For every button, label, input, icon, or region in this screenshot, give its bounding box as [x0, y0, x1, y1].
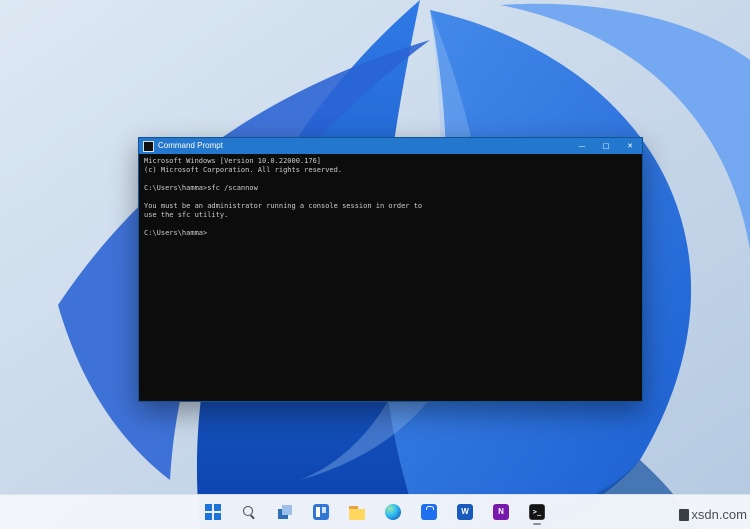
- taskbar-icon-search[interactable]: [235, 498, 263, 526]
- window-titlebar[interactable]: Command Prompt — □ ✕: [139, 138, 642, 154]
- taskbar-icons: W N >_: [199, 498, 551, 526]
- search-icon: [241, 504, 257, 520]
- watermark-text: xsdn.com: [691, 507, 747, 522]
- word-icon: W: [457, 504, 473, 520]
- minimize-button[interactable]: —: [570, 138, 594, 154]
- taskbar: W N >_: [0, 494, 750, 529]
- desktop: Command Prompt — □ ✕ Microsoft Windows […: [0, 0, 750, 529]
- terminal-line: Microsoft Windows [Version 10.0.22000.17…: [144, 157, 322, 165]
- taskbar-icon-command-prompt[interactable]: >_: [523, 498, 551, 526]
- taskbar-icon-widgets[interactable]: [307, 498, 335, 526]
- taskbar-icon-store[interactable]: [415, 498, 443, 526]
- taskbar-icon-file-explorer[interactable]: [343, 498, 371, 526]
- close-button[interactable]: ✕: [618, 138, 642, 154]
- widgets-icon: [313, 504, 329, 520]
- taskbar-icon-start[interactable]: [199, 498, 227, 526]
- edge-icon: [385, 504, 401, 520]
- command-prompt-window: Command Prompt — □ ✕ Microsoft Windows […: [138, 137, 643, 402]
- task-view-icon: [277, 504, 293, 520]
- taskbar-icon-word[interactable]: W: [451, 498, 479, 526]
- terminal-output[interactable]: Microsoft Windows [Version 10.0.22000.17…: [139, 154, 642, 401]
- start-icon: [205, 504, 221, 520]
- terminal-line: C:\Users\hamma>sfc /scannow: [144, 184, 258, 192]
- command-prompt-icon: >_: [529, 504, 545, 520]
- store-icon: [421, 504, 437, 520]
- terminal-line: C:\Users\hamma>: [144, 229, 208, 237]
- onenote-icon: N: [493, 504, 509, 520]
- taskbar-icon-onenote[interactable]: N: [487, 498, 515, 526]
- command-prompt-icon: [143, 140, 154, 152]
- terminal-line: (c) Microsoft Corporation. All rights re…: [144, 166, 343, 174]
- taskbar-icon-edge[interactable]: [379, 498, 407, 526]
- terminal-line: use the sfc utility.: [144, 211, 229, 219]
- file-explorer-icon: [349, 504, 365, 520]
- terminal-line: You must be an administrator running a c…: [144, 202, 423, 210]
- taskbar-icon-task-view[interactable]: [271, 498, 299, 526]
- maximize-button[interactable]: □: [594, 138, 618, 154]
- watermark: xsdn.com: [679, 507, 747, 522]
- watermark-glyph-icon: [679, 508, 690, 521]
- window-title: Command Prompt: [158, 141, 223, 150]
- window-controls: — □ ✕: [570, 138, 642, 154]
